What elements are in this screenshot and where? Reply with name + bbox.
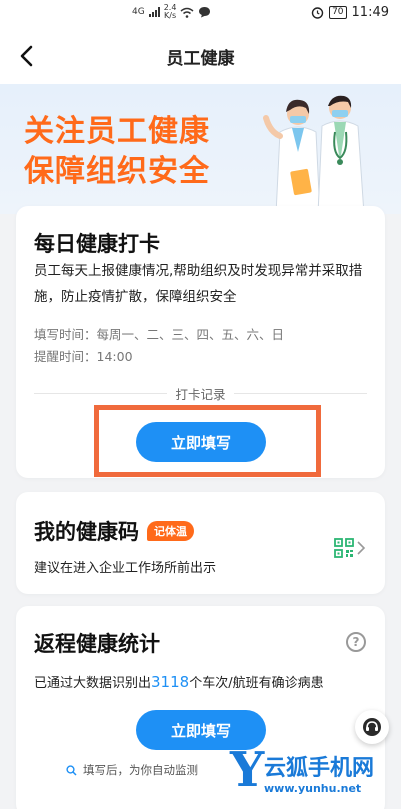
battery-indicator: 70 (329, 6, 347, 19)
health-code-title: 我的健康码 (34, 520, 139, 544)
chat-notification-icon (199, 7, 211, 18)
health-code-card[interactable]: 我的健康码 记体温 建议在进入企业工作场所前出示 (16, 492, 385, 594)
site-watermark: Y 云狐手机网 www.yunhu.net (226, 742, 401, 809)
banner-line-2: 保障组织安全 (24, 154, 210, 189)
customer-service-button[interactable] (355, 710, 389, 744)
checkin-record-link-wrap: 打卡记录 (16, 384, 385, 403)
case-count: 3118 (151, 673, 190, 691)
network-speed: 2.4 K/s (164, 4, 177, 20)
page-title: 员工健康 (166, 49, 235, 69)
status-left: 4G 2.4 K/s (132, 4, 211, 20)
checkin-record-link[interactable]: 打卡记录 (167, 387, 234, 402)
watermark-url: www.yunhu.net (264, 782, 362, 795)
chevron-right-icon (357, 541, 366, 555)
return-stats-desc-suffix: 个车次/航班有确诊病患 (189, 676, 324, 691)
return-stats-description: 已通过大数据识别出3118个车次/航班有确诊病患 (34, 672, 324, 691)
nav-bar: 员工健康 (0, 28, 401, 84)
auto-monitor-hint: 填写后，为你自动监测 (66, 762, 198, 778)
banner-line-1: 关注员工健康 (24, 114, 210, 149)
health-code-description: 建议在进入企业工作场所前出示 (34, 561, 217, 576)
clock: 11:49 (351, 5, 389, 20)
headset-icon (363, 718, 381, 736)
daily-checkin-description: 员工每天上报健康情况,帮助组织及时发现异常并采取措施，防止疫情扩散，保障组织安全 (34, 263, 363, 305)
alarm-icon (311, 7, 324, 19)
qr-code-icon[interactable] (334, 538, 354, 558)
return-stats-desc-prefix: 已通过大数据识别出 (34, 676, 152, 691)
doctors-illustration (263, 95, 365, 214)
search-icon (66, 764, 77, 776)
remind-time: 提醒时间：14:00 (34, 349, 133, 364)
watermark-logo-letter: Y (230, 742, 265, 798)
auto-monitor-hint-text: 填写后，为你自动监测 (83, 763, 198, 777)
temperature-badge: 记体温 (147, 521, 194, 541)
fill-now-button[interactable]: 立即填写 (136, 422, 266, 462)
banner: 关注员工健康 保障组织安全 (0, 84, 401, 214)
speed-unit: K/s (164, 11, 177, 20)
daily-checkin-card: 每日健康打卡 员工每天上报健康情况,帮助组织及时发现异常并采取措施，防止疫情扩散… (16, 206, 385, 478)
signal-icon (148, 7, 160, 17)
wifi-icon (180, 7, 194, 18)
status-right: 70 11:49 (311, 5, 389, 20)
help-icon[interactable]: ? (346, 632, 366, 652)
daily-checkin-title: 每日健康打卡 (34, 232, 160, 256)
status-bar: 4G 2.4 K/s 70 11:49 (0, 0, 401, 28)
fill-time: 填写时间：每周一、二、三、四、五、六、日 (34, 327, 285, 342)
watermark-site-name: 云狐手机网 (264, 756, 375, 781)
return-stats-title: 返程健康统计 (34, 632, 160, 656)
network-type: 4G (132, 7, 145, 17)
